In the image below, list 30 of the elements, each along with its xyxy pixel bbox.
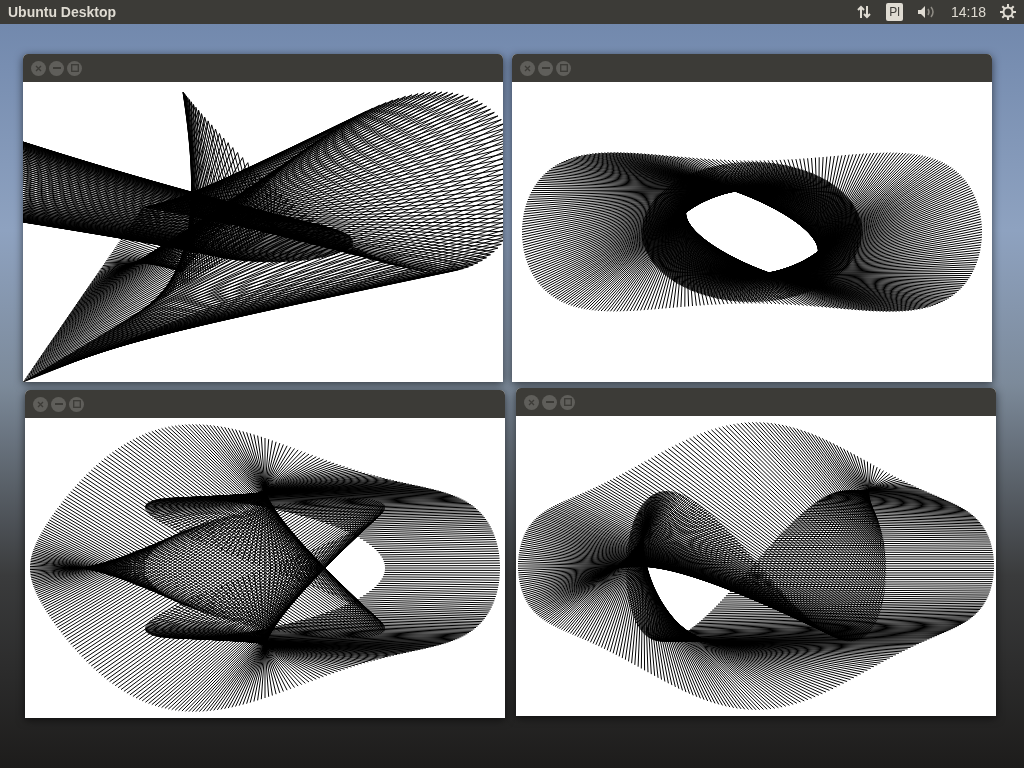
maximize-icon bbox=[559, 64, 568, 72]
minimize-icon bbox=[52, 67, 61, 69]
maximize-icon bbox=[70, 64, 79, 72]
network-transfer-icon[interactable] bbox=[856, 4, 873, 20]
maximize-button[interactable] bbox=[67, 60, 82, 76]
minimize-icon bbox=[54, 403, 63, 405]
keyboard-layout-indicator[interactable]: Pl bbox=[886, 3, 903, 21]
minimize-button[interactable] bbox=[49, 60, 64, 76]
maximize-button[interactable] bbox=[560, 394, 575, 410]
window-title: Ubuntu Desktop bbox=[8, 2, 117, 22]
close-button[interactable] bbox=[31, 60, 46, 76]
close-button[interactable] bbox=[520, 60, 535, 76]
close-icon bbox=[37, 400, 44, 408]
close-icon bbox=[35, 64, 42, 72]
volume-icon[interactable] bbox=[916, 4, 937, 20]
minimize-icon bbox=[541, 67, 550, 69]
close-icon bbox=[524, 64, 531, 72]
close-icon bbox=[528, 398, 535, 406]
power-gear-icon[interactable] bbox=[1000, 4, 1016, 20]
minimize-button[interactable] bbox=[542, 394, 557, 410]
maximize-button[interactable] bbox=[69, 396, 84, 412]
minimize-button[interactable] bbox=[51, 396, 66, 412]
maximize-icon bbox=[563, 398, 572, 406]
minimize-icon bbox=[545, 401, 554, 403]
clock[interactable]: 14:18 bbox=[950, 1, 986, 23]
maximize-button[interactable] bbox=[556, 60, 571, 76]
minimize-button[interactable] bbox=[538, 60, 553, 76]
close-button[interactable] bbox=[33, 396, 48, 412]
close-button[interactable] bbox=[524, 394, 539, 410]
maximize-icon bbox=[72, 400, 81, 408]
